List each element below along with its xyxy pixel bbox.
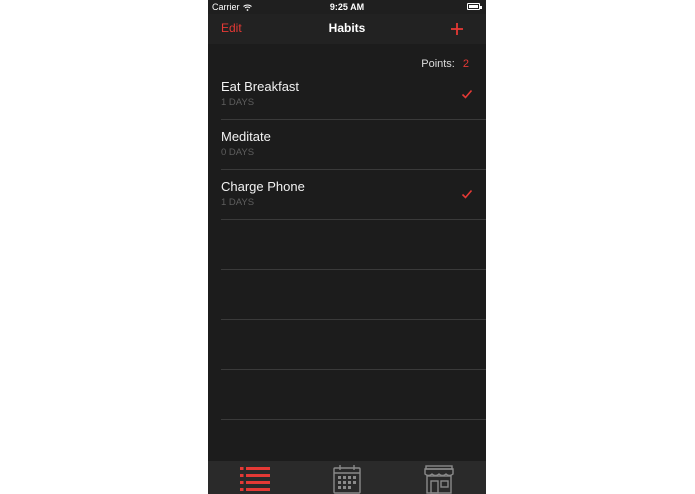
- empty-row: [208, 320, 486, 370]
- add-habit-button[interactable]: [448, 17, 466, 39]
- battery-icon: [467, 3, 482, 10]
- page-title: Habits: [328, 21, 366, 35]
- habit-row[interactable]: Eat Breakfast 1 DAYS: [208, 70, 486, 120]
- empty-row: [208, 370, 486, 420]
- points-value: 2: [462, 58, 469, 70]
- plus-icon: [451, 23, 463, 35]
- habit-row[interactable]: Charge Phone 1 DAYS: [208, 170, 486, 220]
- points-label: Points:: [421, 58, 455, 70]
- habit-row[interactable]: Meditate 0 DAYS: [208, 120, 486, 170]
- habit-list: Eat Breakfast 1 DAYS Meditate 0 DAYS Charge …: [208, 70, 486, 420]
- empty-row: [208, 220, 486, 270]
- checkmark-icon: [461, 89, 473, 99]
- edit-button[interactable]: Edit: [221, 21, 242, 35]
- tab-bar: [208, 461, 486, 494]
- habit-name: Eat Breakfast: [221, 79, 300, 94]
- navigation-bar: Edit Habits: [208, 14, 486, 44]
- habit-days: 1 DAYS: [221, 197, 255, 208]
- store-icon: [424, 465, 454, 494]
- tab-store[interactable]: [422, 463, 456, 494]
- tab-calendar[interactable]: [330, 463, 364, 494]
- calendar-icon: [333, 465, 361, 494]
- points-summary: Points: 2: [421, 58, 469, 70]
- tab-habits-list[interactable]: [238, 463, 272, 494]
- habit-name: Charge Phone: [221, 179, 305, 194]
- status-time: 9:25 AM: [329, 2, 365, 12]
- empty-row: [208, 270, 486, 320]
- habit-name: Meditate: [221, 129, 271, 144]
- habit-days: 0 DAYS: [221, 147, 255, 158]
- habit-days: 1 DAYS: [221, 97, 255, 108]
- app-screen: Carrier 9:25 AM Edit Habits Points: 2 Eat…: [208, 0, 486, 494]
- status-bar: Carrier 9:25 AM: [208, 0, 486, 14]
- checkmark-icon: [461, 189, 473, 199]
- list-icon: [240, 467, 270, 491]
